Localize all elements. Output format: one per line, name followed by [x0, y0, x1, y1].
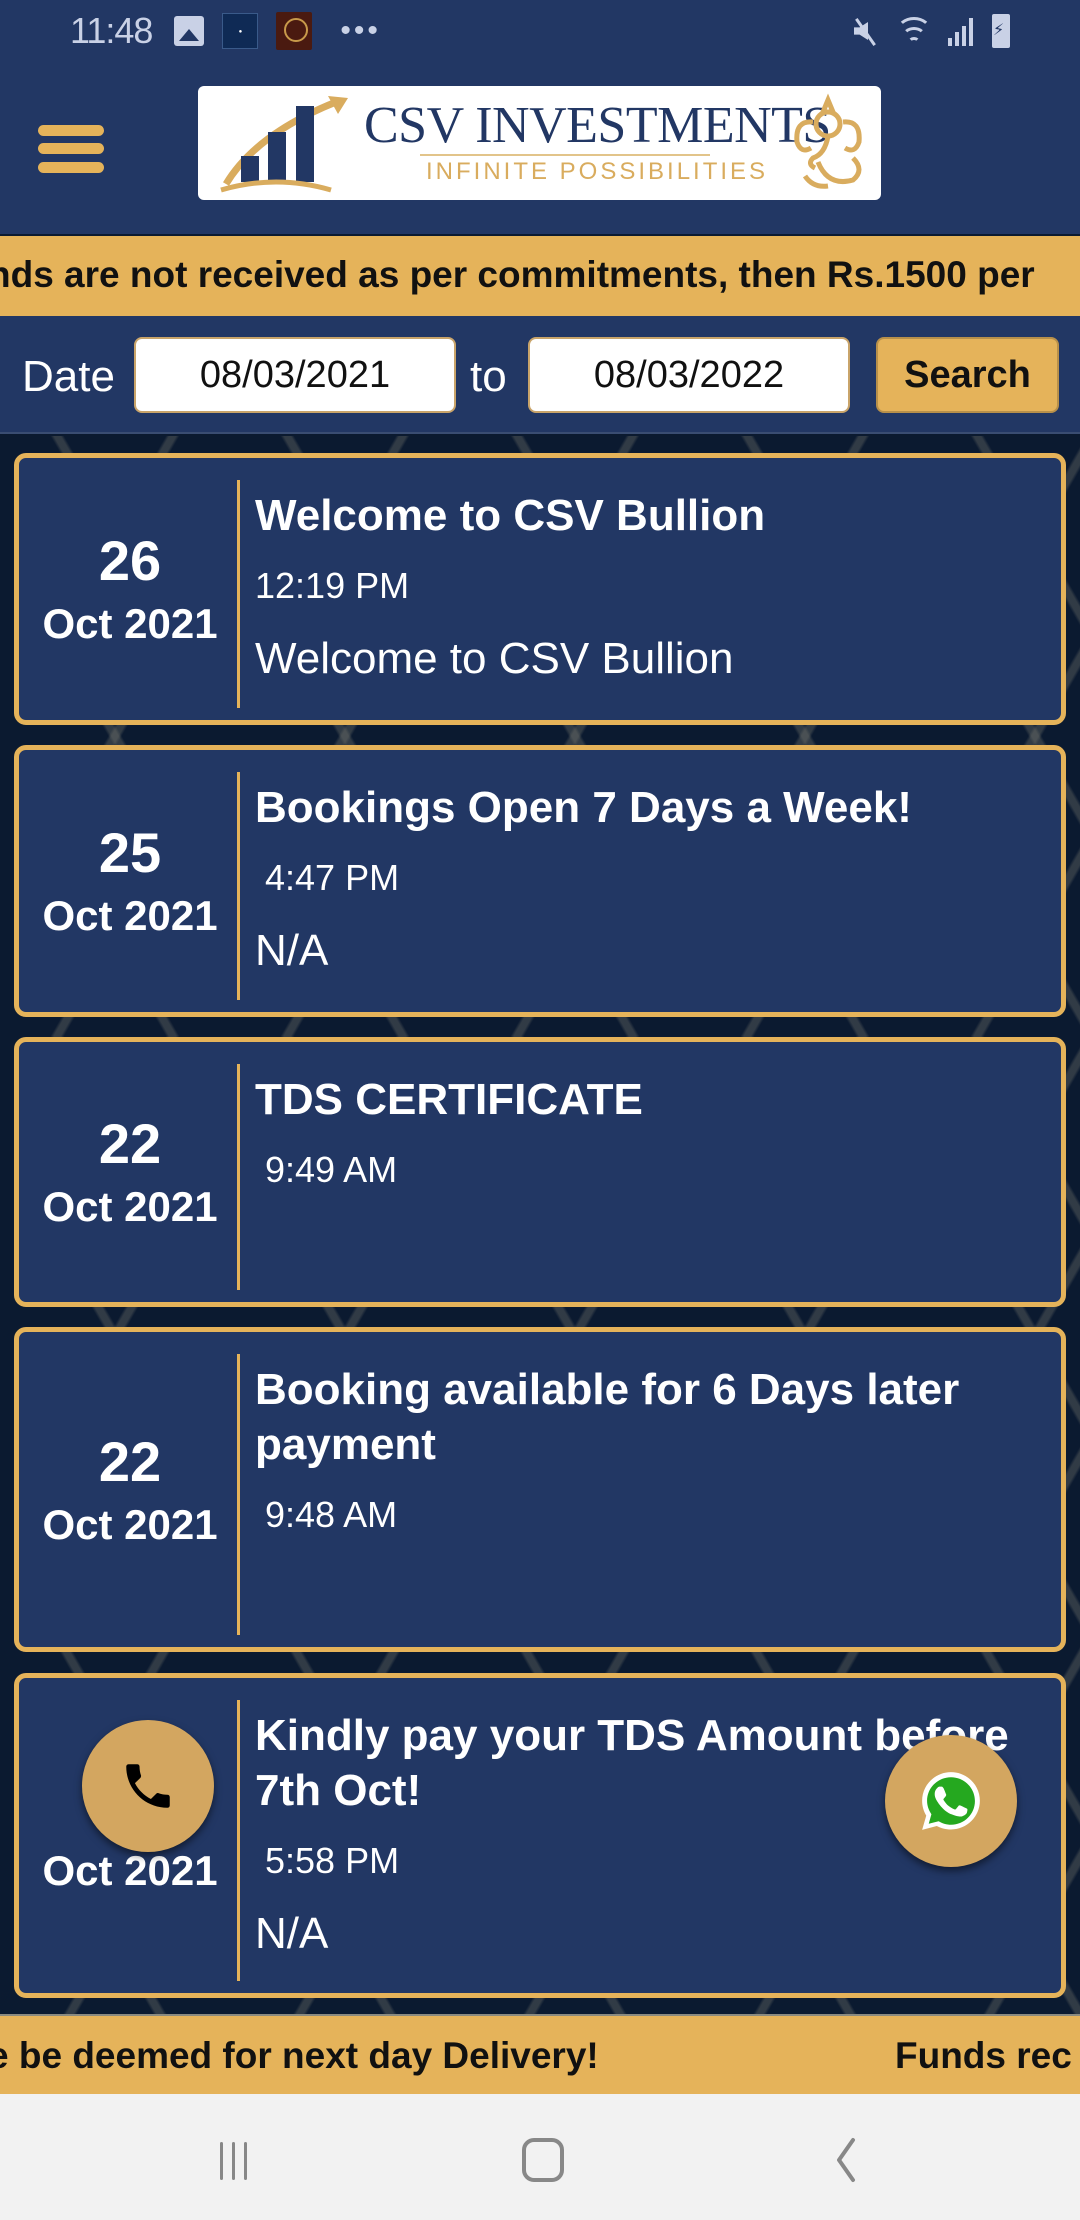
gallery-icon [174, 16, 205, 46]
logo-subtitle: INFINITE POSSIBILITIES [426, 158, 769, 185]
card-divider [237, 480, 240, 708]
mute-icon [850, 16, 880, 46]
card-title: TDS CERTIFICATE [255, 1075, 643, 1124]
logo-divider [420, 154, 710, 156]
hamburger-menu-icon[interactable] [38, 122, 106, 174]
to-label: to [470, 352, 507, 401]
battery-charging-icon [992, 14, 1010, 48]
card-day: 22 [98, 1112, 162, 1175]
card-description: N/A [255, 926, 329, 975]
call-button[interactable] [82, 1720, 214, 1852]
from-date-input[interactable]: 08/03/2021 [134, 337, 456, 413]
card-day: 25 [98, 821, 162, 884]
trading-app-icon [276, 12, 313, 50]
card-body: Bookings Open 7 Days a Week! 4:47 PM N/A [255, 780, 1031, 977]
card-body: Booking available for 6 Days later payme… [255, 1362, 1031, 1562]
notification-card[interactable]: 26 Oct 2021 Welcome to CSV Bullion 12:19… [14, 453, 1066, 725]
whatsapp-icon [922, 1772, 980, 1830]
card-description: N/A [255, 1909, 329, 1958]
recent-apps-button[interactable] [200, 2130, 280, 2190]
ticker-text: e be deemed for next day Delivery! [0, 2035, 599, 2076]
card-date: 26 Oct 2021 [19, 458, 241, 720]
card-divider [237, 772, 240, 1000]
card-day: 26 [98, 529, 162, 592]
card-title: Booking available for 6 Days later payme… [255, 1365, 960, 1469]
card-date: 22 Oct 2021 [19, 1332, 241, 1647]
status-bar: 11:48 ● ••• [0, 0, 1080, 62]
app-header: CSV INVESTMENTS INFINITE POSSIBILITIES [0, 62, 1080, 234]
card-divider [237, 1064, 240, 1290]
card-date: 25 Oct 2021 [19, 750, 241, 1012]
card-body: TDS CERTIFICATE 9:49 AM [255, 1072, 1031, 1217]
more-notifications-icon: ••• [340, 14, 381, 47]
card-day: 22 [98, 1429, 162, 1493]
ganesha-icon [794, 93, 862, 189]
card-time: 4:47 PM [255, 857, 400, 898]
brand-logo: CSV INVESTMENTS INFINITE POSSIBILITIES [198, 86, 881, 200]
signal-icon [948, 16, 978, 46]
card-divider [237, 1700, 240, 1981]
phone-icon [126, 1764, 170, 1808]
home-button[interactable] [503, 2130, 583, 2190]
logo-title: CSV INVESTMENTS [364, 97, 831, 154]
cupsgold-app-icon: ● [222, 13, 259, 49]
announcement-ticker-top: nds are not received as per commitments,… [0, 236, 1080, 316]
card-month-year: Oct 2021 [42, 1183, 218, 1230]
to-date-input[interactable]: 08/03/2022 [528, 337, 850, 413]
card-month-year: Oct 2021 [42, 1500, 218, 1548]
back-button[interactable] [805, 2130, 885, 2190]
wifi-icon [894, 15, 934, 47]
whatsapp-button[interactable] [885, 1735, 1017, 1867]
card-description: Welcome to CSV Bullion [255, 634, 734, 683]
announcement-ticker-bottom: e be deemed for next day Delivery! Funds… [0, 2014, 1080, 2094]
recent-apps-icon [220, 2142, 247, 2180]
ticker-text: nds are not received as per commitments,… [0, 254, 1035, 295]
notification-card[interactable]: 22 Oct 2021 TDS CERTIFICATE 9:49 AM [14, 1037, 1066, 1307]
notification-card[interactable]: 22 Oct 2021 Booking available for 6 Days… [14, 1327, 1066, 1652]
card-date: 22 Oct 2021 [19, 1042, 241, 1302]
date-filter-bar: Date 08/03/2021 to 08/03/2022 Search [0, 316, 1080, 434]
date-label: Date [22, 352, 115, 401]
back-icon [837, 2138, 855, 2182]
notification-card[interactable]: 25 Oct 2021 Bookings Open 7 Days a Week!… [14, 745, 1066, 1017]
card-time: 12:19 PM [255, 565, 410, 606]
ticker-text: Funds rec [895, 2035, 1072, 2076]
card-month-year: Oct 2021 [42, 892, 218, 939]
chart-growth-logo-icon [220, 96, 348, 193]
card-divider [237, 1354, 240, 1635]
status-time: 11:48 [70, 10, 153, 51]
home-icon [522, 2138, 564, 2182]
search-button[interactable]: Search [876, 337, 1059, 413]
card-month-year: Oct 2021 [42, 600, 218, 647]
card-title: Bookings Open 7 Days a Week! [255, 783, 912, 832]
system-nav-bar [0, 2094, 1080, 2220]
card-time: 9:49 AM [255, 1149, 398, 1190]
card-body: Welcome to CSV Bullion 12:19 PM Welcome … [255, 488, 1031, 685]
card-time: 9:48 AM [255, 1494, 398, 1535]
card-title: Welcome to CSV Bullion [255, 491, 766, 540]
card-month-year: Oct 2021 [42, 1846, 218, 1894]
